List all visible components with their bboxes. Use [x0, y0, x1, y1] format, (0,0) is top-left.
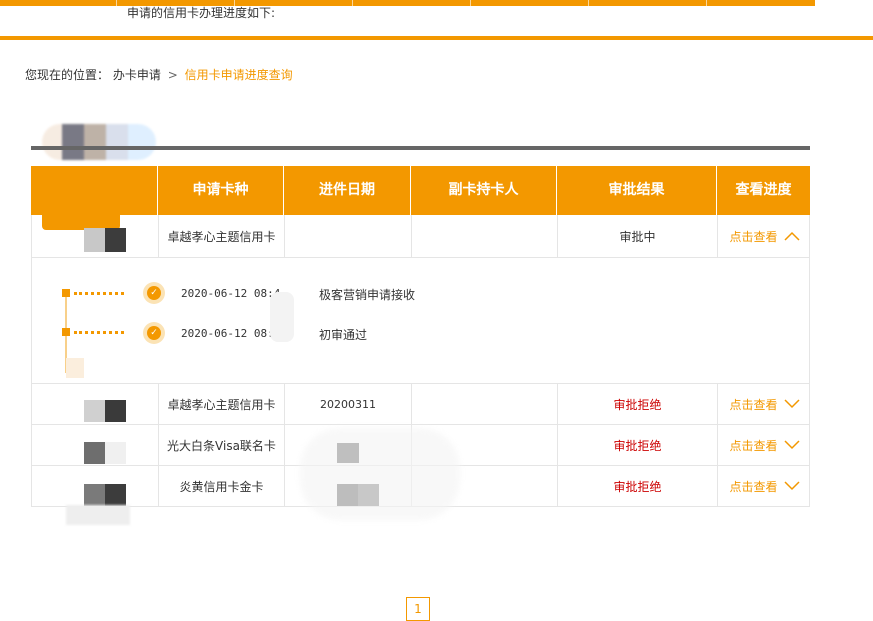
breadcrumb-label: 您现在的位置： — [25, 68, 110, 82]
header-progress: 查看进度 — [735, 182, 792, 198]
action-cell: 点击查看 — [718, 384, 811, 424]
timeline-marker — [62, 289, 70, 297]
check-icon: ✓ — [143, 322, 165, 344]
nav-divider — [470, 0, 471, 6]
header-card-type: 申请卡种 — [158, 166, 284, 215]
action-cell: 点击查看 — [718, 466, 811, 506]
redacted-smudge — [66, 505, 130, 525]
breadcrumb-separator: > — [167, 68, 178, 82]
table-row: 卓越孝心主题信用卡 20200311 审批拒绝 点击查看 — [31, 384, 810, 425]
view-progress-link[interactable]: 点击查看 — [729, 396, 800, 413]
header-supplementary: 副卡持卡人 — [411, 166, 557, 215]
view-progress-label: 点击查看 — [729, 438, 778, 453]
timeline-connector — [74, 292, 124, 297]
chevron-down-icon — [783, 481, 800, 491]
view-progress-label: 点击查看 — [729, 479, 778, 494]
timeline-time: 2020-06-12 08:4 — [181, 287, 281, 300]
redacted-cardholder — [84, 400, 126, 422]
breadcrumb-current: 信用卡申请进度查询 — [184, 68, 293, 82]
table-header: 持卡人 申请卡种 进件日期 副卡持卡人 审批结果 查看进度 — [31, 166, 810, 215]
nav-divider — [588, 0, 589, 6]
breadcrumb: 您现在的位置： 办卡申请 > 信用卡申请进度查询 — [25, 66, 293, 83]
redacted-header-name — [42, 178, 120, 230]
chevron-down-icon — [783, 399, 800, 409]
intro-divider — [31, 146, 810, 150]
timeline-desc: 极客营销申请接收 — [319, 288, 416, 302]
view-progress-label: 点击查看 — [729, 229, 778, 244]
action-cell: 点击查看 — [718, 425, 811, 465]
chevron-up-icon — [783, 231, 800, 241]
redacted-cardholder — [84, 442, 126, 464]
card-type-cell: 卓越孝心主题信用卡 — [159, 215, 285, 257]
view-progress-label: 点击查看 — [729, 397, 778, 412]
date-cell: 20200311 — [285, 384, 412, 424]
redacted-smudge — [300, 428, 460, 520]
card-type-cell: 卓越孝心主题信用卡 — [159, 384, 285, 424]
intro-text: 申请的信用卡办理进度如下: — [127, 6, 276, 20]
redacted-cardholder — [84, 484, 126, 506]
header-result: 审批结果 — [557, 166, 717, 215]
view-progress-link[interactable]: 点击查看 — [729, 228, 800, 245]
header-date: 进件日期 — [284, 166, 411, 215]
card-type-cell: 光大白条Visa联名卡 — [159, 425, 285, 465]
timeline-time: 2020-06-12 08:4 — [181, 327, 281, 340]
view-progress-link[interactable]: 点击查看 — [729, 437, 800, 454]
breadcrumb-parent-link[interactable]: 办卡申请 — [113, 68, 161, 82]
nav-divider — [352, 0, 353, 6]
pagination-page-1[interactable]: 1 — [406, 597, 430, 621]
header-underline — [0, 36, 873, 40]
card-type-cell: 炎黄信用卡金卡 — [159, 466, 285, 506]
date-cell — [285, 215, 412, 257]
supplementary-cell — [412, 215, 558, 257]
timeline-desc: 初审通过 — [319, 328, 368, 342]
progress-detail-panel: ✓ 2020-06-12 08:4 极客营销申请接收 ✓ 2020-06-12 … — [31, 258, 810, 384]
redacted-name — [42, 124, 156, 160]
result-cell: 审批拒绝 — [558, 384, 718, 424]
result-cell: 审批拒绝 — [558, 466, 718, 506]
redacted-timeline-mark — [66, 358, 84, 378]
nav-divider — [116, 0, 117, 6]
check-icon: ✓ — [143, 282, 165, 304]
redacted-time — [270, 292, 294, 342]
timeline-marker — [62, 328, 70, 336]
redacted-cardholder — [84, 228, 126, 252]
top-nav-bar — [0, 0, 815, 6]
nav-divider — [706, 0, 707, 6]
result-cell: 审批中 — [558, 215, 718, 257]
action-cell: 点击查看 — [718, 215, 811, 257]
timeline-connector — [74, 331, 124, 336]
supplementary-cell — [412, 384, 558, 424]
chevron-down-icon — [783, 440, 800, 450]
view-progress-link[interactable]: 点击查看 — [729, 478, 800, 495]
table-row: 卓越孝心主题信用卡 审批中 点击查看 — [31, 215, 810, 258]
result-cell: 审批拒绝 — [558, 425, 718, 465]
